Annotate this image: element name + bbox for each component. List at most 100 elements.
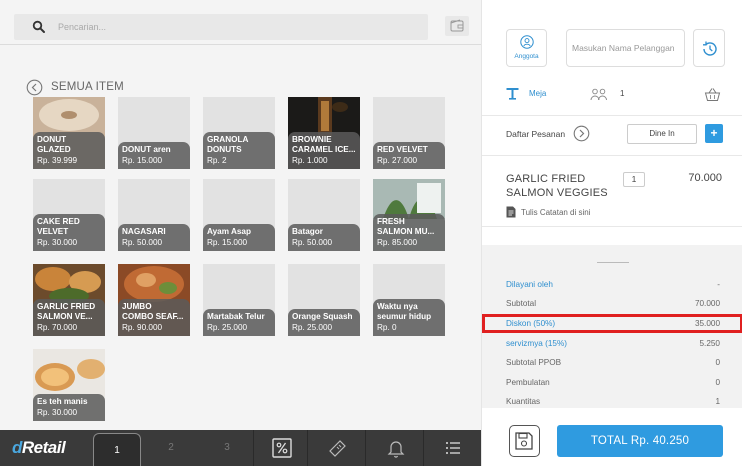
item-price: Rp. 1.000 [292, 156, 328, 165]
item-price: Rp. 90.000 [122, 323, 163, 332]
save-icon [515, 432, 533, 450]
divider [482, 226, 742, 227]
item-name: Es teh manis [37, 397, 88, 406]
item-label: Waktu nya seumur hidup Rp. 0 [373, 299, 445, 336]
served-by-row[interactable]: Dilayani oleh - [506, 280, 720, 292]
page-tab-3[interactable]: 3 [203, 430, 251, 466]
item-price: Rp. 27.000 [377, 156, 418, 165]
cart-item-quantity[interactable]: 1 [623, 172, 645, 187]
wallet-button[interactable] [445, 16, 469, 36]
item-tile[interactable]: FRESH SALMON MU... Rp. 85.000 [373, 179, 445, 251]
back-to-all-items[interactable]: SEMUA ITEM [26, 78, 124, 96]
total-pay-button[interactable]: TOTAL Rp. 40.250 [557, 425, 723, 457]
item-tile[interactable]: DONUT GLAZED Rp. 39.999 [33, 97, 105, 169]
table-icon[interactable] [506, 87, 519, 101]
table-label[interactable]: Meja [529, 89, 546, 98]
item-price: Rp. 30.000 [37, 408, 78, 417]
item-label: BROWNIE CARAMEL ICE... Rp. 1.000 [288, 132, 360, 169]
item-tile[interactable]: JUMBO COMBO SEAF... Rp. 90.000 [118, 264, 190, 336]
page-tab-2[interactable]: 2 [147, 430, 195, 466]
order-list-label: Daftar Pesanan [506, 129, 566, 139]
page-tab-1[interactable]: 1 [93, 433, 141, 466]
cart-item-price: 70.000 [688, 172, 722, 184]
discount-row[interactable]: Diskon (50%) 35.000 [506, 319, 720, 331]
history-icon [703, 41, 717, 56]
item-name: NAGASARI [122, 227, 166, 236]
add-order-button[interactable]: + [705, 124, 723, 143]
list-icon[interactable] [441, 436, 465, 460]
item-label: Ayam Asap Rp. 15.000 [203, 224, 275, 251]
service-charge-row[interactable]: servizmya (15%) 5.250 [506, 339, 720, 351]
checkout-footer: TOTAL Rp. 40.250 [482, 408, 742, 466]
divider [0, 44, 481, 45]
chevron-left-circle-icon [26, 79, 43, 95]
item-price: Rp. 25.000 [292, 323, 333, 332]
item-name: Martabak Telur [207, 312, 265, 321]
item-price: Rp. 50.000 [122, 238, 163, 247]
item-tile[interactable]: NAGASARI Rp. 50.000 [118, 179, 190, 251]
item-price: Rp. 50.000 [292, 238, 333, 247]
search-input[interactable] [58, 18, 358, 36]
nav-separator [253, 430, 254, 466]
nav-separator [307, 430, 308, 466]
item-label: GARLIC FRIED SALMON VE... Rp. 70.000 [33, 299, 105, 336]
item-name: DONUT GLAZED [37, 135, 71, 154]
item-price: Rp. 15.000 [207, 238, 248, 247]
order-summary: Dilayani oleh - Subtotal 70.000 Diskon (50… [482, 245, 742, 408]
item-label: CAKE RED VELVET Rp. 30.000 [33, 214, 105, 251]
ticket-icon[interactable] [326, 436, 350, 460]
member-icon [520, 35, 534, 49]
order-type-select[interactable]: Dine In [627, 124, 697, 144]
item-tile[interactable]: DONUT aren Rp. 15.000 [118, 97, 190, 169]
percent-icon[interactable] [270, 436, 294, 460]
cart-item[interactable]: GARLIC FRIED SALMON VEGGIES 1 70.000 Tul… [506, 172, 728, 224]
item-tile[interactable]: Martabak Telur Rp. 25.000 [203, 264, 275, 336]
nav-separator [423, 430, 424, 466]
rounding-row: Pembulatan 0 [506, 378, 720, 387]
order-panel: Anggota Meja 1 Daftar Pe [481, 0, 742, 466]
item-name: GARLIC FRIED SALMON VE... [37, 302, 96, 321]
cart-item-note[interactable]: Tulis Catatan di sini [506, 206, 591, 218]
item-name: Ayam Asap [207, 227, 251, 236]
bottom-nav: dRetail 1 2 3 [0, 430, 481, 466]
item-tile[interactable]: RED VELVET Rp. 27.000 [373, 97, 445, 169]
customer-history-button[interactable] [693, 29, 725, 67]
drag-handle[interactable] [597, 262, 629, 263]
guests-count: 1 [620, 89, 625, 98]
divider [482, 115, 742, 116]
basket-icon[interactable] [704, 87, 721, 102]
subtotal-ppob-row: Subtotal PPOB 0 [506, 358, 720, 367]
item-tile[interactable]: GARLIC FRIED SALMON VE... Rp. 70.000 [33, 264, 105, 336]
search-icon [32, 20, 45, 33]
item-name: RED VELVET [377, 145, 428, 154]
item-tile[interactable]: Es teh manis Rp. 30.000 [33, 349, 105, 421]
item-name: Batagor [292, 227, 323, 236]
item-name: Orange Squash [292, 312, 353, 321]
customer-name-input[interactable] [566, 29, 685, 67]
item-label: RED VELVET Rp. 27.000 [373, 142, 445, 169]
guests-icon[interactable] [590, 88, 608, 101]
item-label: NAGASARI Rp. 50.000 [118, 224, 190, 251]
item-name: Waktu nya seumur hidup [377, 302, 432, 321]
search-bar[interactable] [14, 14, 428, 40]
item-tile[interactable]: BROWNIE CARAMEL ICE... Rp. 1.000 [288, 97, 360, 169]
chevron-right-circle-icon[interactable] [573, 125, 590, 142]
item-label: Batagor Rp. 50.000 [288, 224, 360, 251]
save-order-button[interactable] [509, 425, 540, 457]
item-tile[interactable]: Orange Squash Rp. 25.000 [288, 264, 360, 336]
member-button[interactable]: Anggota [506, 29, 547, 67]
item-name: BROWNIE CARAMEL ICE... [292, 135, 356, 154]
item-name: CAKE RED VELVET [37, 217, 80, 236]
item-label: Es teh manis Rp. 30.000 [33, 394, 105, 421]
item-name: DONUT aren [122, 145, 171, 154]
item-label: DONUT aren Rp. 15.000 [118, 142, 190, 169]
item-price: Rp. 0 [377, 323, 397, 332]
item-tile[interactable]: Batagor Rp. 50.000 [288, 179, 360, 251]
item-tile[interactable]: Ayam Asap Rp. 15.000 [203, 179, 275, 251]
item-tile[interactable]: GRANOLA DONUTS Rp. 2 [203, 97, 275, 169]
item-label: FRESH SALMON MU... Rp. 85.000 [373, 214, 445, 251]
item-tile[interactable]: Waktu nya seumur hidup Rp. 0 [373, 264, 445, 336]
bell-icon[interactable] [384, 436, 408, 460]
item-tile[interactable]: CAKE RED VELVET Rp. 30.000 [33, 179, 105, 251]
item-price: Rp. 15.000 [122, 156, 163, 165]
